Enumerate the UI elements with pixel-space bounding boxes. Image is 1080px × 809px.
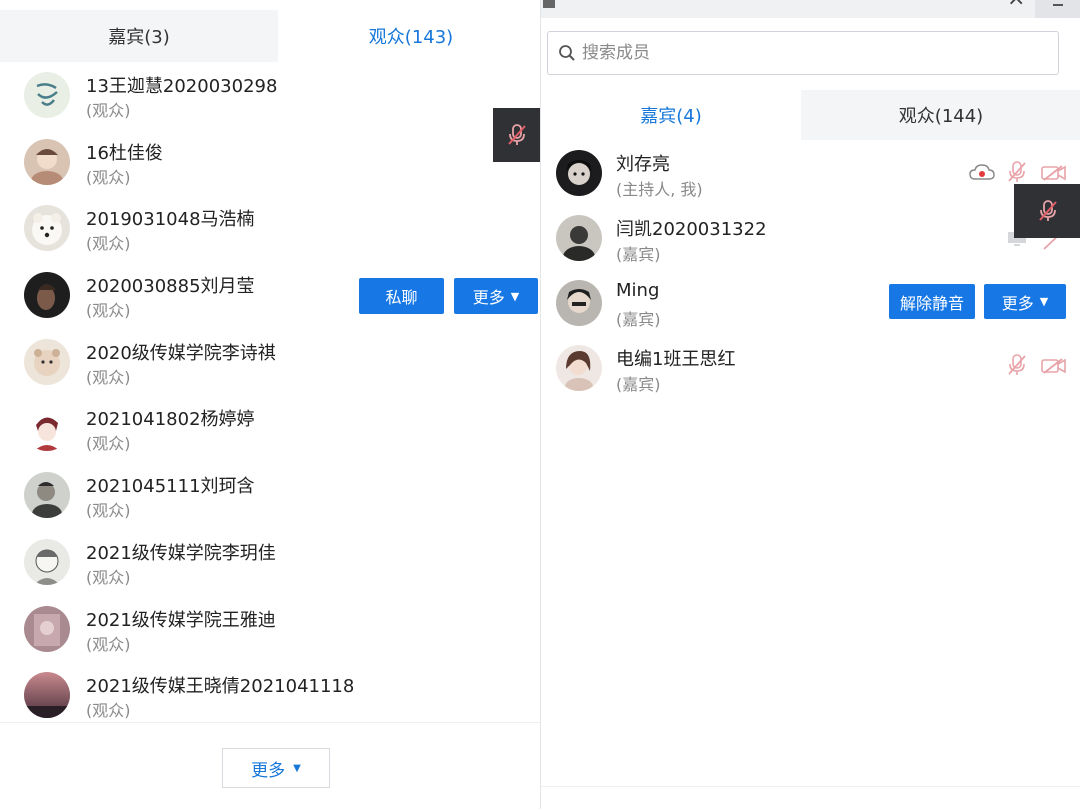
member-role: (嘉宾) bbox=[616, 245, 661, 264]
muted-mic-icon bbox=[1038, 200, 1057, 221]
member-name: 16杜佳俊 bbox=[86, 142, 163, 164]
member-tabs: 嘉宾(3) 观众(143) bbox=[0, 10, 544, 62]
member-role: (观众) bbox=[86, 634, 131, 654]
member-row[interactable]: Ming (嘉宾) 解除静音 更多 ▼ bbox=[541, 270, 1080, 335]
member-row[interactable]: 闫凯2020031322 (嘉宾) bbox=[541, 205, 1080, 270]
member-name: 2021级传媒王晓倩2021041118 bbox=[86, 676, 355, 698]
member-row[interactable]: 2019031048马浩楠 (观众) bbox=[0, 195, 544, 262]
tab-audience[interactable]: 观众(144) bbox=[801, 90, 1080, 140]
load-more-button[interactable]: 更多 ▼ bbox=[222, 748, 330, 788]
member-role: (嘉宾) bbox=[616, 375, 661, 394]
bottom-divider bbox=[541, 786, 1080, 787]
caret-down-icon: ▼ bbox=[293, 762, 301, 774]
member-name: 2019031048马浩楠 bbox=[86, 209, 255, 231]
member-name: 2020030885刘月莹 bbox=[86, 276, 255, 298]
member-role: (观众) bbox=[86, 101, 131, 120]
minimize-button[interactable] bbox=[1035, 0, 1080, 18]
avatar bbox=[24, 272, 70, 319]
caret-down-icon: ▼ bbox=[510, 289, 520, 303]
avatar bbox=[24, 72, 70, 118]
member-role: (观众) bbox=[86, 234, 131, 254]
member-search[interactable] bbox=[547, 31, 1059, 75]
member-name: 2021级传媒学院李玥佳 bbox=[86, 542, 276, 564]
member-name: 13王迦慧2020030298 bbox=[86, 76, 278, 97]
member-role: (观众) bbox=[86, 167, 131, 187]
muted-mic-icon[interactable] bbox=[1006, 353, 1028, 377]
member-row[interactable]: 2021级传媒学院李玥佳 (观众) bbox=[0, 529, 544, 596]
member-role: (观众) bbox=[86, 701, 131, 721]
member-role: (观众) bbox=[86, 301, 131, 321]
member-list: 刘存亮 (主持人, 我) 闫凯2020031322 (嘉宾) Ming (嘉宾)… bbox=[541, 140, 1080, 400]
member-row[interactable]: 2021级传媒王晓倩2021041118 (观众) bbox=[0, 662, 544, 729]
member-row[interactable]: 刘存亮 (主持人, 我) bbox=[541, 140, 1080, 205]
search-input[interactable] bbox=[582, 43, 1022, 63]
window-titlebar: × bbox=[541, 0, 1080, 18]
member-row[interactable]: 2021045111刘珂含 (观众) bbox=[0, 462, 544, 529]
member-name: 闫凯2020031322 bbox=[616, 219, 767, 240]
member-name: 电编1班王思红 bbox=[616, 349, 736, 370]
member-name: 2021041802杨婷婷 bbox=[86, 409, 255, 431]
avatar bbox=[24, 205, 70, 252]
member-list: 13王迦慧2020030298 (观众) 16杜佳俊 (观众) 20190310… bbox=[0, 62, 544, 729]
tab-audience[interactable]: 观众(143) bbox=[278, 10, 544, 62]
more-actions-button[interactable]: 更多 ▼ bbox=[454, 278, 538, 315]
avatar bbox=[24, 605, 70, 652]
member-role: (主持人, 我) bbox=[616, 180, 703, 199]
unmute-button[interactable]: 解除静音 bbox=[889, 284, 975, 319]
member-row[interactable]: 电编1班王思红 (嘉宾) bbox=[541, 335, 1080, 400]
muted-mic-icon bbox=[508, 124, 526, 145]
member-role: (观众) bbox=[86, 501, 131, 521]
video-off-icon[interactable] bbox=[1041, 357, 1067, 375]
avatar bbox=[24, 405, 70, 452]
audience-member-panel: 嘉宾(3) 观众(143) 13王迦慧2020030298 (观众) 16杜佳俊… bbox=[0, 0, 544, 809]
window-icon bbox=[543, 0, 555, 8]
member-row[interactable]: 16杜佳俊 (观众) bbox=[0, 129, 544, 196]
floating-mute-toggle[interactable] bbox=[1014, 184, 1080, 238]
member-name: 2021045111刘珂含 bbox=[86, 476, 255, 498]
search-icon bbox=[558, 44, 576, 62]
floating-mute-toggle[interactable] bbox=[493, 108, 541, 162]
avatar bbox=[556, 215, 602, 261]
avatar bbox=[556, 345, 602, 391]
member-row[interactable]: 2021级传媒学院王雅迪 (观众) bbox=[0, 596, 544, 663]
member-name: 刘存亮 bbox=[616, 154, 670, 175]
close-icon[interactable]: × bbox=[1007, 0, 1025, 11]
avatar bbox=[24, 472, 70, 519]
muted-mic-icon[interactable] bbox=[1006, 160, 1028, 184]
member-tabs: 嘉宾(4) 观众(144) bbox=[541, 90, 1080, 140]
load-more-label: 更多 bbox=[251, 760, 286, 781]
member-row[interactable]: 2020级传媒学院李诗祺 (观众) bbox=[0, 329, 544, 396]
avatar bbox=[24, 538, 70, 585]
member-role: (嘉宾) bbox=[616, 310, 661, 329]
avatar bbox=[24, 672, 70, 719]
cloud-record-icon[interactable] bbox=[969, 164, 995, 182]
more-label: 更多 bbox=[472, 288, 505, 308]
avatar bbox=[556, 280, 602, 326]
member-row[interactable]: 13王迦慧2020030298 (观众) bbox=[0, 62, 544, 129]
member-role: (观众) bbox=[86, 567, 131, 587]
member-name: 2021级传媒学院王雅迪 bbox=[86, 609, 276, 631]
member-row[interactable]: 2020030885刘月莹 (观众) 私聊 更多 ▼ bbox=[0, 262, 544, 329]
tab-guests[interactable]: 嘉宾(3) bbox=[0, 10, 278, 62]
member-name: Ming bbox=[616, 280, 660, 301]
member-name: 2020级传媒学院李诗祺 bbox=[86, 342, 276, 364]
tab-guests[interactable]: 嘉宾(4) bbox=[541, 90, 801, 140]
more-actions-button[interactable]: 更多 ▼ bbox=[984, 284, 1066, 319]
more-label: 更多 bbox=[1001, 293, 1034, 313]
avatar bbox=[24, 338, 70, 385]
video-off-icon[interactable] bbox=[1041, 164, 1067, 182]
footer-divider bbox=[0, 722, 544, 723]
caret-down-icon: ▼ bbox=[1039, 295, 1049, 308]
minimize-icon bbox=[1053, 4, 1063, 6]
avatar bbox=[556, 150, 602, 196]
member-row[interactable]: 2021041802杨婷婷 (观众) bbox=[0, 395, 544, 462]
private-chat-button[interactable]: 私聊 bbox=[359, 278, 444, 315]
member-role: (观众) bbox=[86, 434, 131, 454]
member-role: (观众) bbox=[86, 367, 131, 387]
avatar bbox=[24, 138, 70, 185]
manage-members-panel: × 嘉宾(4) 观众(144) 刘存亮 (主持人, 我) bbox=[540, 0, 1080, 809]
